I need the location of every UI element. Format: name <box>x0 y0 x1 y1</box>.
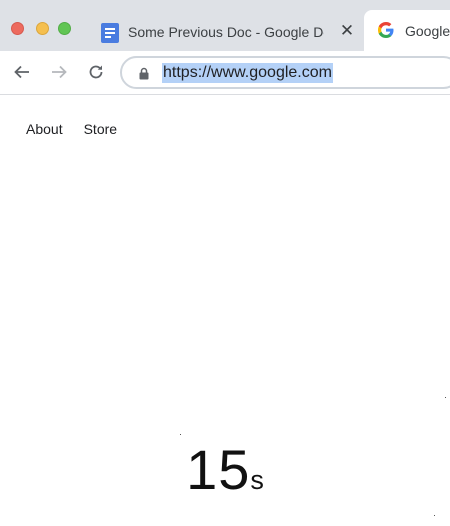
minimize-window-button[interactable] <box>36 22 49 35</box>
close-tab-icon[interactable]: ✕ <box>338 22 356 40</box>
top-nav-links: About Store <box>26 121 117 137</box>
url-text[interactable]: https://www.google.com <box>162 63 333 83</box>
artifact-dot <box>445 397 446 398</box>
artifact-dot <box>434 515 435 516</box>
reload-icon[interactable] <box>83 59 109 85</box>
google-g-icon <box>378 22 394 38</box>
timer-value: 15 <box>186 438 251 501</box>
lock-icon <box>138 67 150 80</box>
countdown-timer: 15s <box>0 440 450 500</box>
about-link[interactable]: About <box>26 121 63 137</box>
forward-arrow-icon[interactable] <box>46 59 72 85</box>
tab-title: Google <box>405 23 450 39</box>
tab-strip: Some Previous Doc - Google Docs ✕ Google <box>0 0 450 51</box>
close-window-button[interactable] <box>11 22 24 35</box>
tab-previous-doc[interactable]: Some Previous Doc - Google Docs ✕ <box>92 14 360 51</box>
google-docs-icon <box>101 23 119 43</box>
browser-window: Some Previous Doc - Google Docs ✕ Google <box>0 0 450 526</box>
address-bar[interactable]: https://www.google.com <box>120 56 450 89</box>
tab-google[interactable]: Google <box>364 10 450 51</box>
zoom-window-button[interactable] <box>58 22 71 35</box>
back-arrow-icon[interactable] <box>9 59 35 85</box>
artifact-dot <box>180 434 181 435</box>
timer-unit: s <box>250 465 264 495</box>
store-link[interactable]: Store <box>84 121 117 137</box>
browser-toolbar: https://www.google.com <box>0 51 450 95</box>
tab-title: Some Previous Doc - Google Docs <box>128 24 324 40</box>
